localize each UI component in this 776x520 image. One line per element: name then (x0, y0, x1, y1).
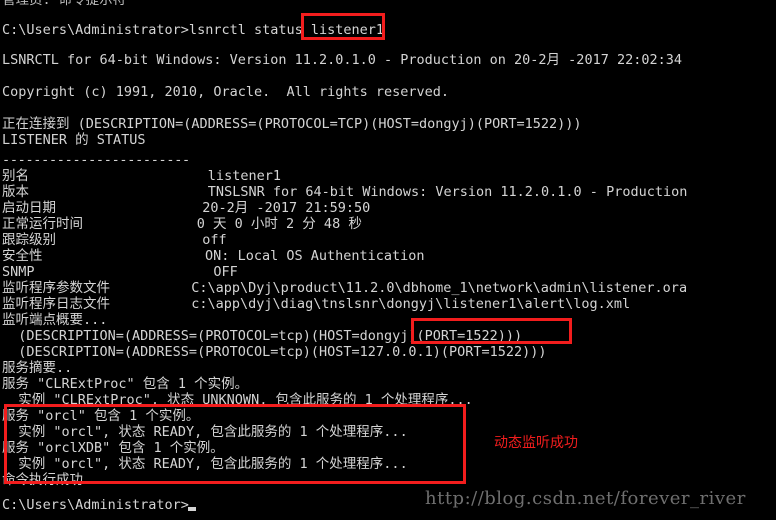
terminal-line: C:\Users\Administrator> (2, 497, 189, 513)
terminal-line: LSNRCTL for 64-bit Windows: Version 11.2… (2, 52, 682, 68)
annotation-note-dynamic-listening-success: 动态监听成功 (494, 435, 578, 451)
terminal-line: 服务 "orclXDB" 包含 1 个实例。 (2, 440, 224, 456)
terminal-line: ------------------------ (2, 152, 190, 168)
terminal-line: 安全性 ON: Local OS Authentication (2, 248, 425, 264)
terminal-line: 命令执行成功 (2, 472, 83, 488)
terminal-line: 监听端点概要... (2, 312, 108, 328)
blog-watermark: http://blog.csdn.net/forever_river (425, 488, 746, 509)
terminal-line: 版本 TNSLSNR for 64-bit Windows: Version 1… (2, 184, 688, 200)
terminal-line: 正常运行时间 0 天 0 小时 2 分 48 秒 (2, 216, 362, 232)
terminal-line: 实例 "CLRExtProc", 状态 UNKNOWN, 包含此服务的 1 个处… (2, 392, 473, 408)
command-prompt-window[interactable]: 管理员: 命令提示符 C:\Users\Administrator>lsnrctl… (0, 0, 776, 520)
terminal-line: 服务 "CLRExtProc" 包含 1 个实例。 (2, 376, 249, 392)
terminal-line: LISTENER 的 STATUS (2, 132, 146, 148)
terminal-line: C:\Users\Administrator>lsnrctl status li… (2, 22, 385, 38)
terminal-line: 正在连接到 (DESCRIPTION=(ADDRESS=(PROTOCOL=TC… (2, 116, 582, 132)
terminal-line: 服务摘要.. (2, 360, 73, 376)
terminal-line: 跟踪级别 off (2, 232, 227, 248)
terminal-line: (DESCRIPTION=(ADDRESS=(PROTOCOL=tcp)(HOS… (2, 328, 523, 344)
terminal-line: 服务 "orcl" 包含 1 个实例。 (2, 408, 200, 424)
terminal-line: SNMP OFF (2, 264, 238, 280)
terminal-line: 别名 listener1 (2, 168, 281, 184)
terminal-line: 监听程序日志文件 c:\app\dyj\diag\tnslsnr\dongyj\… (2, 296, 631, 312)
text-cursor (188, 507, 197, 511)
terminal-line: Copyright (c) 1991, 2010, Oracle. All ri… (2, 84, 450, 100)
terminal-line: 启动日期 20-2月 -2017 21:59:50 (2, 200, 371, 216)
terminal-line: 实例 "orcl", 状态 READY, 包含此服务的 1 个处理程序... (2, 424, 408, 440)
terminal-line: 管理员: 命令提示符 (2, 0, 127, 8)
terminal-line: (DESCRIPTION=(ADDRESS=(PROTOCOL=tcp)(HOS… (2, 344, 547, 360)
terminal-line: 监听程序参数文件 C:\app\Dyj\product\11.2.0\dbhom… (2, 280, 688, 296)
terminal-line: 实例 "orcl", 状态 READY, 包含此服务的 1 个处理程序... (2, 456, 408, 472)
